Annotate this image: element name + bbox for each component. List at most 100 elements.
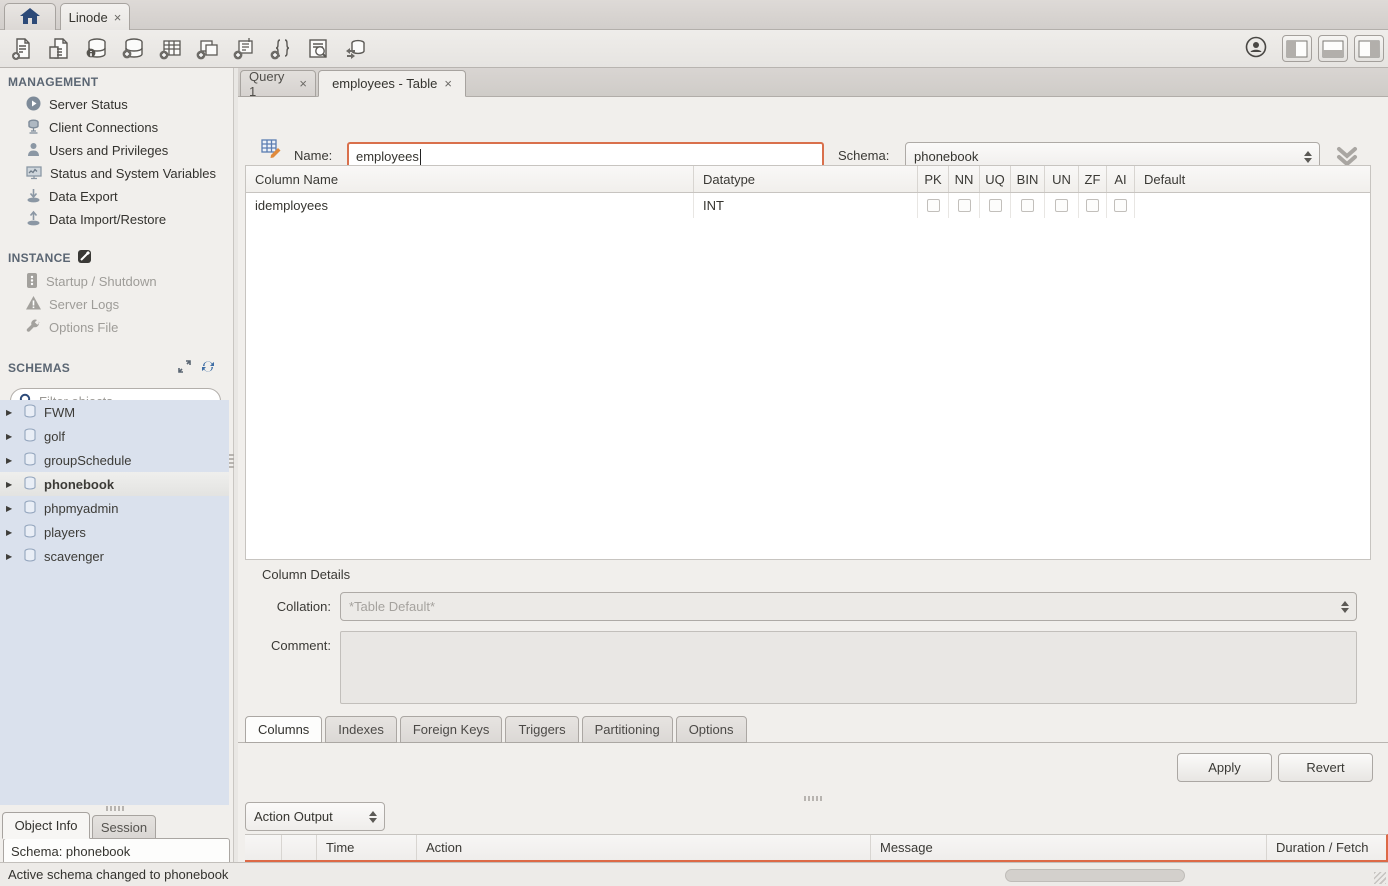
sidebar-item-startup-shutdown[interactable]: Startup / Shutdown	[0, 270, 233, 293]
schema-item-phonebook[interactable]: ▶ phonebook	[0, 472, 229, 496]
schema-item-phpmyadmin[interactable]: ▶ phpmyadmin	[0, 496, 229, 520]
home-tab[interactable]	[4, 3, 56, 31]
tab-query-1[interactable]: Query 1 ×	[240, 70, 316, 97]
nn-checkbox[interactable]	[958, 199, 971, 212]
zf-checkbox[interactable]	[1086, 199, 1099, 212]
horizontal-scrollbar-thumb[interactable]	[1005, 869, 1185, 882]
object-info-panel: Schema: phonebook	[3, 838, 230, 862]
schema-item-golf[interactable]: ▶ golf	[0, 424, 229, 448]
output-col-duration[interactable]: Duration / Fetch	[1266, 835, 1386, 860]
sidebar-item-system-variables[interactable]: Status and System Variables	[0, 162, 233, 185]
cell-default[interactable]	[1134, 193, 1370, 218]
col-header-uq[interactable]: UQ	[979, 166, 1010, 192]
expander-icon[interactable]: ▶	[6, 408, 16, 417]
expander-icon[interactable]: ▶	[6, 552, 16, 561]
col-header-default[interactable]: Default	[1134, 166, 1370, 192]
apply-button[interactable]: Apply	[1177, 753, 1272, 782]
close-icon[interactable]: ×	[444, 77, 452, 90]
column-row-idemployees[interactable]: idemployees INT	[246, 193, 1370, 218]
close-icon[interactable]: ×	[299, 77, 307, 90]
search-objects-icon[interactable]	[303, 36, 333, 62]
comment-label: Comment:	[256, 638, 331, 653]
output-col-message[interactable]: Message	[870, 835, 1266, 860]
tab-partitioning[interactable]: Partitioning	[582, 716, 673, 743]
object-info-text: Schema: phonebook	[11, 844, 130, 859]
col-header-bin[interactable]: BIN	[1010, 166, 1044, 192]
create-view-icon[interactable]	[192, 36, 222, 62]
toggle-right-panel-button[interactable]	[1354, 35, 1384, 62]
instance-section-title: INSTANCE	[0, 243, 233, 270]
cell-datatype[interactable]: INT	[693, 193, 917, 218]
output-col-action[interactable]: Action	[416, 835, 870, 860]
expander-icon[interactable]: ▶	[6, 432, 16, 441]
expander-icon[interactable]: ▶	[6, 480, 16, 489]
un-checkbox[interactable]	[1055, 199, 1068, 212]
tab-employees-table[interactable]: employees - Table ×	[318, 70, 466, 97]
window-resize-grip[interactable]	[1374, 872, 1386, 884]
expander-icon[interactable]: ▶	[6, 528, 16, 537]
sidebar-item-options-file[interactable]: Options File	[0, 316, 233, 339]
sidebar-item-data-import[interactable]: Data Import/Restore	[0, 208, 233, 231]
sidebar-splitter-handle[interactable]	[229, 452, 234, 468]
open-sql-script-icon[interactable]	[44, 36, 74, 62]
schema-item-scavenger[interactable]: ▶ scavenger	[0, 544, 229, 568]
expand-schemas-icon[interactable]	[178, 360, 191, 376]
pk-checkbox[interactable]	[927, 199, 940, 212]
options-file-icon	[26, 319, 41, 337]
toggle-left-panel-button[interactable]	[1282, 35, 1312, 62]
tab-columns[interactable]: Columns	[245, 716, 322, 743]
sidebar-item-server-status[interactable]: Server Status	[0, 93, 233, 116]
schema-item-players[interactable]: ▶ players	[0, 520, 229, 544]
tab-indexes[interactable]: Indexes	[325, 716, 397, 743]
col-header-pk[interactable]: PK	[917, 166, 948, 192]
nn-cell	[948, 193, 979, 218]
col-header-column-name[interactable]: Column Name	[246, 166, 693, 192]
cell-column-name[interactable]: idemployees	[246, 193, 693, 218]
action-output-select[interactable]: Action Output	[245, 802, 385, 831]
collation-select[interactable]: *Table Default*	[340, 592, 1357, 621]
schema-item-fwm[interactable]: ▶ FWM	[0, 400, 229, 424]
col-header-ai[interactable]: AI	[1106, 166, 1134, 192]
create-procedure-icon[interactable]	[229, 36, 259, 62]
col-header-nn[interactable]: NN	[948, 166, 979, 192]
tab-triggers[interactable]: Triggers	[505, 716, 578, 743]
wrench-badge-icon	[78, 250, 91, 266]
schema-item-groupschedule[interactable]: ▶ groupSchedule	[0, 448, 229, 472]
col-header-datatype[interactable]: Datatype	[693, 166, 917, 192]
create-function-icon[interactable]	[266, 36, 296, 62]
comment-textarea[interactable]	[340, 631, 1357, 704]
server-inspector-icon[interactable]	[81, 36, 111, 62]
sidebar-item-users-privileges[interactable]: Users and Privileges	[0, 139, 233, 162]
tab-foreign-keys[interactable]: Foreign Keys	[400, 716, 503, 743]
schema-label: Schema:	[838, 148, 889, 163]
connection-tab[interactable]: Linode ×	[60, 3, 130, 31]
zf-cell	[1078, 193, 1106, 218]
col-header-zf[interactable]: ZF	[1078, 166, 1106, 192]
refresh-schemas-icon[interactable]	[201, 360, 215, 376]
toggle-bottom-panel-button[interactable]	[1318, 35, 1348, 62]
spinner-icon	[1341, 601, 1349, 613]
expander-icon[interactable]: ▶	[6, 504, 16, 513]
sidebar-item-data-export[interactable]: Data Export	[0, 185, 233, 208]
new-sql-tab-icon[interactable]	[7, 36, 37, 62]
create-schema-icon[interactable]	[118, 36, 148, 62]
data-transfer-icon[interactable]	[340, 36, 370, 62]
revert-button[interactable]: Revert	[1278, 753, 1373, 782]
tab-options[interactable]: Options	[676, 716, 747, 743]
expander-icon[interactable]: ▶	[6, 456, 16, 465]
output-col-time[interactable]: Time	[316, 835, 416, 860]
sidebar-item-client-connections[interactable]: Client Connections	[0, 116, 233, 139]
server-logs-icon	[26, 296, 41, 313]
bin-checkbox[interactable]	[1021, 199, 1034, 212]
editor-tab-bar: Query 1 × employees - Table ×	[238, 68, 1388, 97]
output-splitter-grip[interactable]	[804, 796, 822, 801]
create-table-icon[interactable]	[155, 36, 185, 62]
col-header-un[interactable]: UN	[1044, 166, 1078, 192]
close-icon[interactable]: ×	[114, 11, 122, 24]
tab-object-info[interactable]: Object Info	[2, 812, 90, 839]
ai-checkbox[interactable]	[1114, 199, 1127, 212]
sidebar-splitter-grip[interactable]	[106, 806, 124, 811]
tab-session[interactable]: Session	[92, 815, 156, 839]
uq-checkbox[interactable]	[989, 199, 1002, 212]
sidebar-item-server-logs[interactable]: Server Logs	[0, 293, 233, 316]
